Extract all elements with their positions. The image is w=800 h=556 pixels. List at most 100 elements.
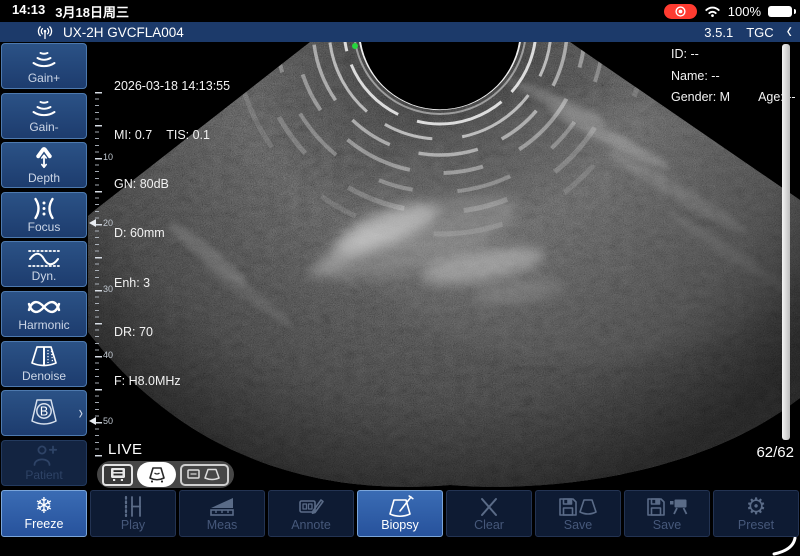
denoise-label: Denoise (22, 370, 66, 382)
gain-plus-button[interactable]: Gain+ (1, 43, 87, 89)
dynamic-range-value: DR: 70 (114, 324, 230, 340)
b-mode-chevron-icon: › (79, 401, 83, 424)
measure-label: Meas (207, 519, 238, 532)
frequency-value: F: H8.0MHz (114, 373, 230, 389)
tis-value: TIS: 0.1 (166, 128, 210, 142)
b-mode-button[interactable]: B › (1, 390, 87, 436)
tgc-button[interactable]: TGC (746, 25, 773, 40)
view-layout-selector (97, 461, 234, 488)
clock: 14:13 (12, 2, 45, 21)
split-view-icon (186, 467, 224, 482)
frame-counter: 62/62 (756, 444, 794, 461)
biopsy-label: Biopsy (381, 519, 419, 532)
preset-label: Preset (738, 519, 774, 532)
patient-id: ID: -- (671, 44, 796, 66)
freeze-label: Freeze (25, 518, 64, 531)
freeze-snowflake-icon: ❄ (35, 496, 53, 518)
preset-button[interactable]: ⚙ Preset (713, 490, 799, 537)
screen-record-indicator[interactable] (664, 4, 697, 19)
app-bar: UX-2H GVCFLA004 3.5.1 TGC ‹ (0, 22, 800, 42)
bottom-toolbar: ❄ Freeze Play Meas (0, 490, 800, 537)
tgc-chevron-icon[interactable]: ‹ (787, 21, 792, 43)
save-image-button[interactable]: Save (535, 490, 621, 537)
mi-value: MI: 0.7 (114, 128, 152, 142)
save-video-button[interactable]: Save (624, 490, 710, 537)
imaging-parameters: 2026-03-18 14:13:55 MI: 0.7 TIS: 0.1 GN: … (114, 45, 230, 422)
patient-info: ID: -- Name: -- Gender: MAge: -- (671, 44, 796, 109)
measure-icon (207, 495, 237, 519)
gain-minus-icon (27, 98, 61, 120)
denoise-icon (27, 345, 61, 369)
wifi-icon (704, 5, 721, 17)
image-view-icon (145, 466, 169, 484)
screen-corner-arc (766, 537, 798, 556)
depth-end-marker (89, 417, 96, 425)
patient-icon (29, 444, 59, 468)
freeze-button[interactable]: ❄ Freeze (1, 490, 87, 537)
play-button[interactable]: Play (90, 490, 176, 537)
battery-percent: 100% (728, 4, 761, 19)
patient-button[interactable]: Patient (1, 440, 87, 486)
annotate-button[interactable]: Annote (268, 490, 354, 537)
save-video-icon (645, 495, 689, 519)
cine-play-icon (120, 495, 146, 519)
patient-gender: Gender: M (671, 90, 730, 104)
biopsy-button[interactable]: Biopsy (357, 490, 443, 537)
device-title: UX-2H GVCFLA004 (63, 25, 184, 40)
wireless-probe-icon (36, 25, 54, 40)
date: 3月18日周三 (55, 2, 129, 21)
sidebar: Gain+ Gain- Depth (0, 42, 88, 490)
split-view-button[interactable] (180, 464, 229, 486)
bottom-strip (0, 537, 800, 556)
gain-minus-button[interactable]: Gain- (1, 93, 87, 139)
harmonic-button[interactable]: Harmonic (1, 291, 87, 337)
tgc-slider-bar[interactable] (782, 44, 790, 440)
denoise-button[interactable]: Denoise (1, 341, 87, 387)
ruler-label-40: 40 (103, 350, 113, 360)
b-mode-icon: B (22, 397, 66, 429)
save-video-label: Save (653, 519, 682, 532)
ruler-label-50: 50 (103, 416, 113, 426)
dynamic-range-label: Dyn. (32, 270, 57, 282)
live-status-label: LIVE (108, 441, 143, 458)
depth-icon (29, 147, 59, 171)
patient-name: Name: -- (671, 66, 796, 88)
dynamic-range-button[interactable]: Dyn. (1, 241, 87, 287)
save-image-label: Save (564, 519, 593, 532)
save-image-icon (557, 495, 599, 519)
focus-icon (28, 197, 60, 220)
focus-button[interactable]: Focus (1, 192, 87, 238)
ruler-label-30: 30 (103, 284, 113, 294)
report-view-button[interactable] (102, 464, 133, 486)
depth-button[interactable]: Depth (1, 142, 87, 188)
measure-button[interactable]: Meas (179, 490, 265, 537)
ruler-label-20: 20 (103, 218, 113, 228)
ruler-label-10: 10 (103, 152, 113, 162)
gain-plus-label: Gain+ (28, 72, 60, 84)
harmonic-icon (25, 296, 63, 318)
gain-minus-label: Gain- (29, 121, 58, 133)
annotate-icon (296, 495, 326, 519)
harmonic-label: Harmonic (18, 319, 69, 331)
patient-label: Patient (25, 469, 62, 481)
gain-value: GN: 80dB (114, 176, 230, 192)
image-view-button[interactable] (137, 462, 176, 487)
scan-datetime: 2026-03-18 14:13:55 (114, 78, 230, 94)
dyn-range-label2: Focus (28, 221, 61, 233)
app-version: 3.5.1 (704, 25, 733, 40)
orientation-marker-dot (352, 43, 358, 49)
depth-label: Depth (28, 172, 60, 184)
enhance-value: Enh: 3 (114, 275, 230, 291)
clear-label: Clear (474, 519, 504, 532)
status-bar: 14:13 3月18日周三 100% (0, 0, 800, 22)
clear-button[interactable]: Clear (446, 490, 532, 537)
preset-gear-icon: ⚙ (746, 496, 767, 519)
report-view-icon (108, 467, 128, 482)
play-label: Play (121, 519, 145, 532)
focus-marker (89, 219, 96, 227)
b-mode-letter: B (40, 405, 48, 419)
biopsy-icon (386, 495, 414, 519)
clear-x-icon (477, 495, 501, 519)
ultrasound-viewport[interactable]: 2026-03-18 14:13:55 MI: 0.7 TIS: 0.1 GN: … (88, 42, 800, 490)
record-icon (674, 5, 687, 18)
